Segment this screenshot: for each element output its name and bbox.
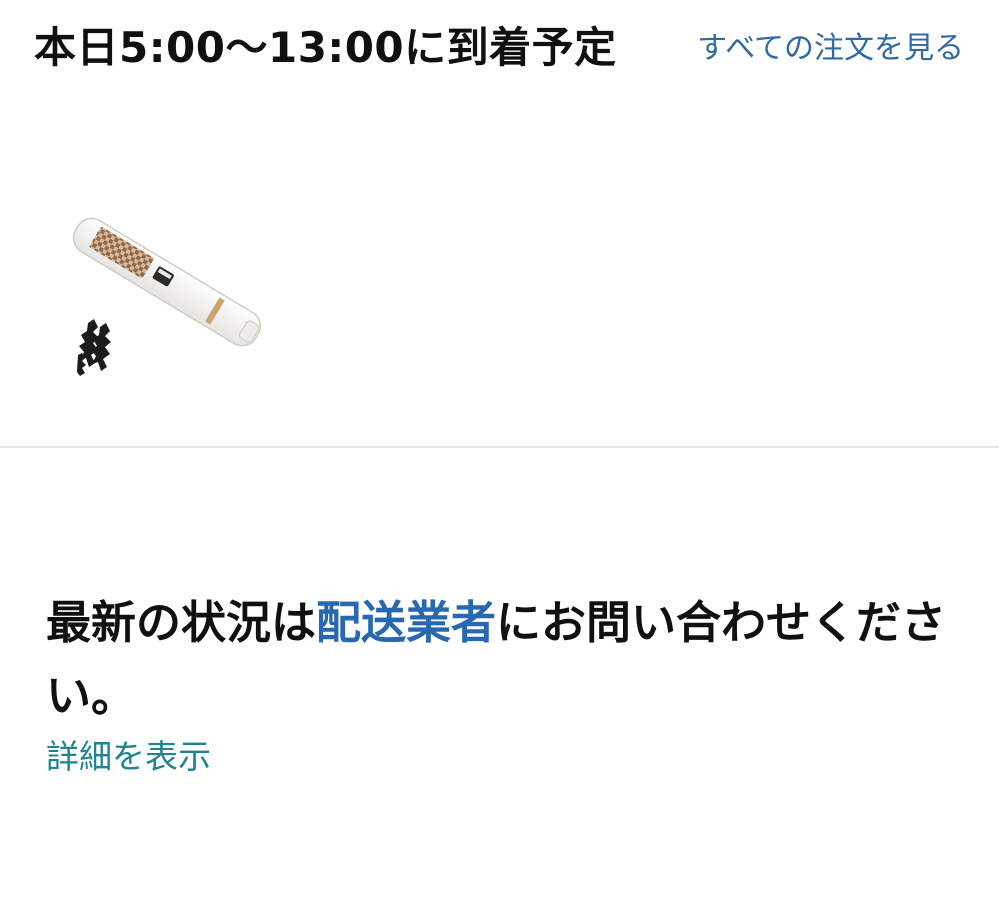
tracking-status-message: 最新の状況は配送業者にお問い合わせください。 bbox=[46, 586, 966, 732]
section-divider bbox=[0, 446, 999, 448]
carrier-link[interactable]: 配送業者 bbox=[316, 596, 496, 649]
hair-straightener-icon bbox=[72, 217, 261, 376]
tracking-status-section: 最新の状況は配送業者にお問い合わせください。 詳細を表示 bbox=[46, 586, 966, 780]
status-message-prefix: 最新の状況は bbox=[46, 596, 317, 649]
order-tracking-page: 本日5:00〜13:00に到着予定 すべての注文を見る 最新の状況は配送業者にお… bbox=[0, 0, 999, 919]
delivery-estimate-title: 本日5:00〜13:00に到着予定 bbox=[34, 23, 617, 72]
delivery-header: 本日5:00〜13:00に到着予定 すべての注文を見る bbox=[34, 16, 998, 166]
show-details-link[interactable]: 詳細を表示 bbox=[46, 734, 211, 780]
product-image[interactable] bbox=[58, 205, 270, 395]
view-all-orders-link[interactable]: すべての注文を見る bbox=[684, 26, 964, 72]
